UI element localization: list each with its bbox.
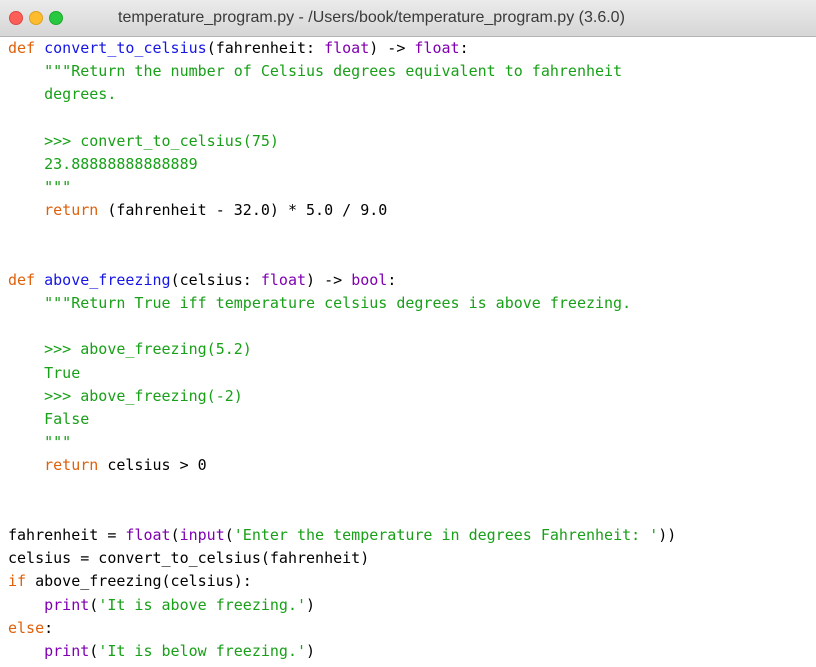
code-token: ( (224, 525, 234, 544)
keyword-token: else (8, 618, 45, 637)
code-line[interactable]: def convert_to_celsius(fahrenheit: float… (8, 37, 816, 60)
builtin-token: print (44, 595, 90, 614)
code-line[interactable]: True (8, 362, 816, 385)
string-token: True (8, 363, 81, 382)
code-token: : (459, 39, 469, 57)
code-line[interactable]: """ (8, 176, 816, 199)
code-token: (celsius: (170, 270, 261, 289)
keyword-token: return (44, 201, 99, 220)
string-token: """ (8, 433, 72, 452)
code-token: fahrenheit = (8, 525, 126, 544)
string-token: """ (8, 178, 72, 197)
code-token: : (387, 270, 397, 289)
maximize-window-button[interactable] (49, 11, 63, 25)
code-token: (fahrenheit: (206, 39, 325, 57)
code-token: ) -> (306, 270, 352, 289)
string-token: >>> convert_to_celsius(75) (8, 131, 279, 150)
code-token: ) (306, 595, 316, 614)
keyword-token: def (8, 39, 36, 57)
minimize-window-button[interactable] (29, 11, 43, 25)
code-line[interactable]: celsius = convert_to_celsius(fahrenheit) (8, 547, 816, 570)
string-token: """Return the number of Celsius degrees … (8, 62, 623, 81)
code-line[interactable]: >>> above_freezing(5.2) (8, 338, 816, 361)
window-title: temperature_program.py - /Users/book/tem… (118, 9, 625, 26)
code-line[interactable]: return (fahrenheit - 32.0) * 5.0 / 9.0 (8, 199, 816, 222)
code-token: ( (89, 595, 99, 614)
code-line[interactable] (8, 223, 816, 246)
code-line[interactable]: """Return the number of Celsius degrees … (8, 60, 816, 83)
code-line[interactable] (8, 246, 816, 269)
code-token: ( (170, 525, 180, 544)
close-window-button[interactable] (9, 11, 23, 25)
code-line[interactable]: >>> convert_to_celsius(75) (8, 130, 816, 153)
code-line[interactable]: False (8, 408, 816, 431)
code-line[interactable]: if above_freezing(celsius): (8, 570, 816, 593)
code-token: above_freezing(celsius): (26, 572, 252, 591)
string-token: degrees. (8, 85, 117, 104)
code-token: )) (658, 525, 677, 544)
code-line[interactable]: print('It is above freezing.') (8, 594, 816, 617)
string-token: 'It is below freezing.' (98, 641, 307, 660)
keyword-token: if (8, 572, 27, 591)
code-line[interactable]: def above_freezing(celsius: float) -> bo… (8, 269, 816, 292)
code-line[interactable] (8, 107, 816, 130)
code-token: ( (89, 641, 99, 660)
code-line[interactable] (8, 478, 816, 501)
builtin-token: float (260, 270, 307, 289)
keyword-token: def (8, 270, 36, 289)
code-line[interactable]: degrees. (8, 83, 816, 106)
keyword-token: return (44, 456, 99, 475)
string-token: 'It is above freezing.' (98, 595, 307, 614)
function-name-token: convert_to_celsius (44, 39, 207, 57)
code-line[interactable]: fahrenheit = float(input('Enter the temp… (8, 524, 816, 547)
code-token: celsius = convert_to_celsius(fahrenheit) (8, 549, 370, 568)
code-token: (fahrenheit - 32.0) * 5.0 / 9.0 (98, 201, 388, 220)
string-token: False (8, 410, 90, 428)
code-line[interactable] (8, 315, 816, 338)
code-editor[interactable]: def convert_to_celsius(fahrenheit: float… (8, 37, 816, 667)
code-token: : (44, 618, 54, 637)
code-token: celsius > 0 (98, 456, 207, 475)
title-bar[interactable]: temperature_program.py - /Users/book/tem… (0, 0, 816, 37)
builtin-token: bool (351, 270, 388, 289)
string-token: >>> above_freezing(-2) (8, 386, 243, 405)
builtin-token: input (179, 525, 225, 544)
code-line[interactable]: """ (8, 431, 816, 454)
builtin-token: float (324, 39, 370, 57)
code-line[interactable]: 23.88888888888889 (8, 153, 816, 176)
code-line[interactable]: else: (8, 617, 816, 640)
code-line[interactable]: """Return True iff temperature celsius d… (8, 292, 816, 315)
string-token: >>> above_freezing(5.2) (8, 340, 252, 359)
string-token: """Return True iff temperature celsius d… (8, 294, 632, 313)
code-line[interactable]: return celsius > 0 (8, 454, 816, 477)
code-line[interactable]: >>> above_freezing(-2) (8, 385, 816, 408)
code-token: ) (306, 641, 316, 660)
builtin-token: float (125, 525, 171, 544)
builtin-token: float (414, 39, 460, 57)
string-token: 23.88888888888889 (8, 154, 198, 173)
string-token: 'Enter the temperature in degrees Fahren… (233, 525, 659, 544)
builtin-token: print (44, 641, 90, 660)
code-token: ) -> (369, 39, 415, 57)
code-line[interactable] (8, 501, 816, 524)
code-line[interactable]: print('It is below freezing.') (8, 640, 816, 663)
idle-editor-window: temperature_program.py - /Users/book/tem… (0, 0, 816, 667)
function-name-token: above_freezing (44, 270, 171, 289)
